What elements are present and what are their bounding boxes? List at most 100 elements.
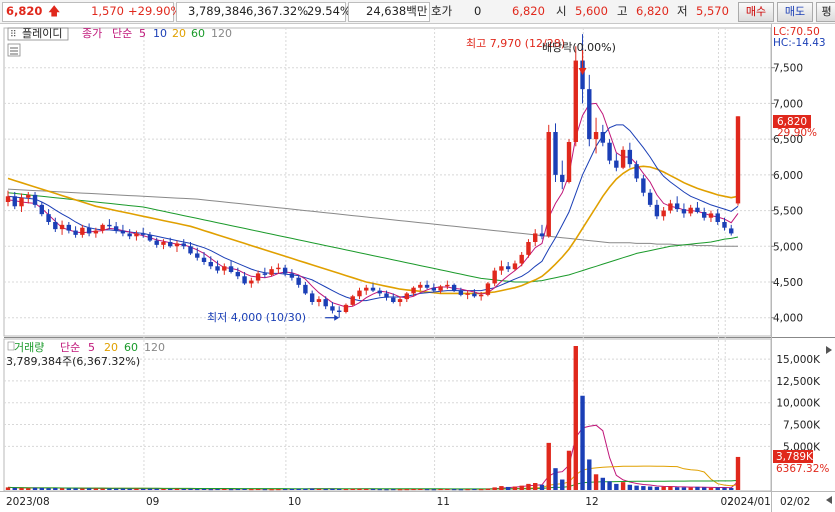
turnover-rate: 29.54%: [307, 4, 351, 18]
candle-body: [181, 243, 186, 247]
price-chart[interactable]: 7,5007,0006,5006,0005,5005,0004,5004,000…: [0, 24, 835, 512]
volume-bar: [634, 485, 639, 490]
candle-body: [451, 284, 457, 291]
ma10-label[interactable]: 10: [153, 27, 167, 40]
price-change: 1,570: [91, 4, 124, 18]
candle-body: [647, 192, 653, 205]
volume-tick-label: 7,500K: [783, 420, 821, 432]
volume-bar: [695, 486, 700, 490]
quote-bar: 6,820 🡅 1,570 +29.90% 3,789,384 6,367.32…: [0, 0, 835, 24]
candle-body: [404, 293, 409, 300]
candle-body: [391, 297, 396, 302]
volume-bar: [93, 488, 99, 490]
volume-bar: [100, 488, 105, 490]
volume-bar: [674, 487, 680, 490]
candle-body: [377, 290, 382, 294]
candle-body: [201, 257, 207, 262]
vol-badge: 3,789K: [776, 451, 814, 463]
open-value: 5,600: [575, 4, 608, 18]
volume-bar: [661, 486, 666, 490]
candle-body: [289, 273, 295, 278]
candle-body: [86, 227, 92, 234]
price-tick-label: 4,500: [773, 277, 803, 289]
candle-body: [5, 196, 11, 202]
candle-body: [519, 254, 524, 264]
ma60-label[interactable]: 60: [191, 27, 205, 40]
indicator-type[interactable]: 단순: [112, 27, 132, 40]
candle-body: [384, 293, 389, 298]
eval-button[interactable]: 평: [816, 2, 835, 22]
candle-body: [262, 273, 268, 275]
volume-bar: [26, 488, 31, 490]
grip-icon: ⠿: [10, 29, 17, 40]
candle-body: [309, 293, 315, 302]
volume-bar: [654, 486, 660, 490]
vol-ma60-label[interactable]: 60: [124, 341, 138, 354]
candle-body: [499, 266, 504, 271]
volume-bar: [485, 488, 491, 490]
ma120-label[interactable]: 120: [211, 27, 232, 40]
vol-ma120-label[interactable]: 120: [144, 341, 165, 354]
candle-body: [654, 204, 660, 217]
volume-bar: [222, 488, 227, 490]
volume-bar: [641, 486, 646, 490]
candle-body: [627, 149, 633, 165]
volume-bar: [593, 474, 599, 490]
volume-bar: [289, 488, 295, 490]
volume-bar: [539, 484, 545, 490]
ma5-label[interactable]: 5: [139, 27, 146, 40]
volume-bar: [107, 488, 112, 490]
volume-bar: [512, 486, 518, 490]
ma20-label[interactable]: 20: [172, 27, 186, 40]
volume-bar: [377, 489, 382, 491]
candle-body: [215, 266, 220, 271]
mode-button-label[interactable]: 플레이디: [22, 27, 62, 40]
volume-bar: [282, 489, 288, 491]
volume-ratio: 6,367.32%: [246, 4, 309, 18]
volume-title[interactable]: 거래량: [14, 341, 44, 354]
candle-body: [350, 296, 355, 305]
vol-ma20-label[interactable]: 20: [104, 341, 118, 354]
candle-body: [708, 213, 714, 218]
candle-body: [343, 304, 349, 312]
candle-body: [134, 233, 139, 237]
indicator-name[interactable]: 종가: [82, 27, 102, 40]
volume-bar: [262, 489, 268, 491]
candle-body: [59, 224, 65, 230]
candle-body: [668, 203, 673, 211]
volume-bar: [113, 488, 119, 490]
buy-button[interactable]: 매수: [738, 2, 774, 22]
candle-body: [485, 283, 491, 295]
volume-bar: [337, 488, 342, 490]
volume-indicator-type[interactable]: 단순: [60, 341, 80, 354]
volume-bar: [431, 489, 437, 491]
volume-bar: [607, 481, 612, 490]
candle-body: [195, 253, 200, 258]
candle-body: [418, 284, 423, 288]
candle-body: [100, 224, 105, 231]
pct-badge: 29.90%: [777, 127, 817, 139]
candle-body: [620, 149, 626, 168]
candle-body: [607, 142, 612, 161]
candle-body: [614, 160, 619, 168]
candle-body: [539, 233, 545, 237]
sell-button[interactable]: 매도: [777, 2, 813, 22]
volume-bar: [208, 489, 213, 491]
date-tick-label: 12: [585, 496, 598, 508]
candle-body: [174, 243, 180, 247]
volume-bar: [465, 489, 470, 491]
quote-value: 0: [474, 4, 482, 18]
volume-bar: [127, 488, 132, 490]
volume-bar: [309, 488, 315, 490]
candle-body: [296, 277, 301, 285]
volume-bar: [722, 487, 727, 490]
candle-body: [641, 178, 646, 193]
volume-bar: [580, 395, 585, 490]
volume-bar: [168, 488, 173, 490]
vol-pct-badge: 6367.32%: [776, 463, 829, 475]
volume-bar: [404, 489, 409, 491]
volume-bar: [80, 488, 85, 490]
volume-tick-label: 12,500K: [776, 376, 821, 388]
candle-body: [161, 242, 166, 245]
vol-ma5-label[interactable]: 5: [88, 341, 95, 354]
